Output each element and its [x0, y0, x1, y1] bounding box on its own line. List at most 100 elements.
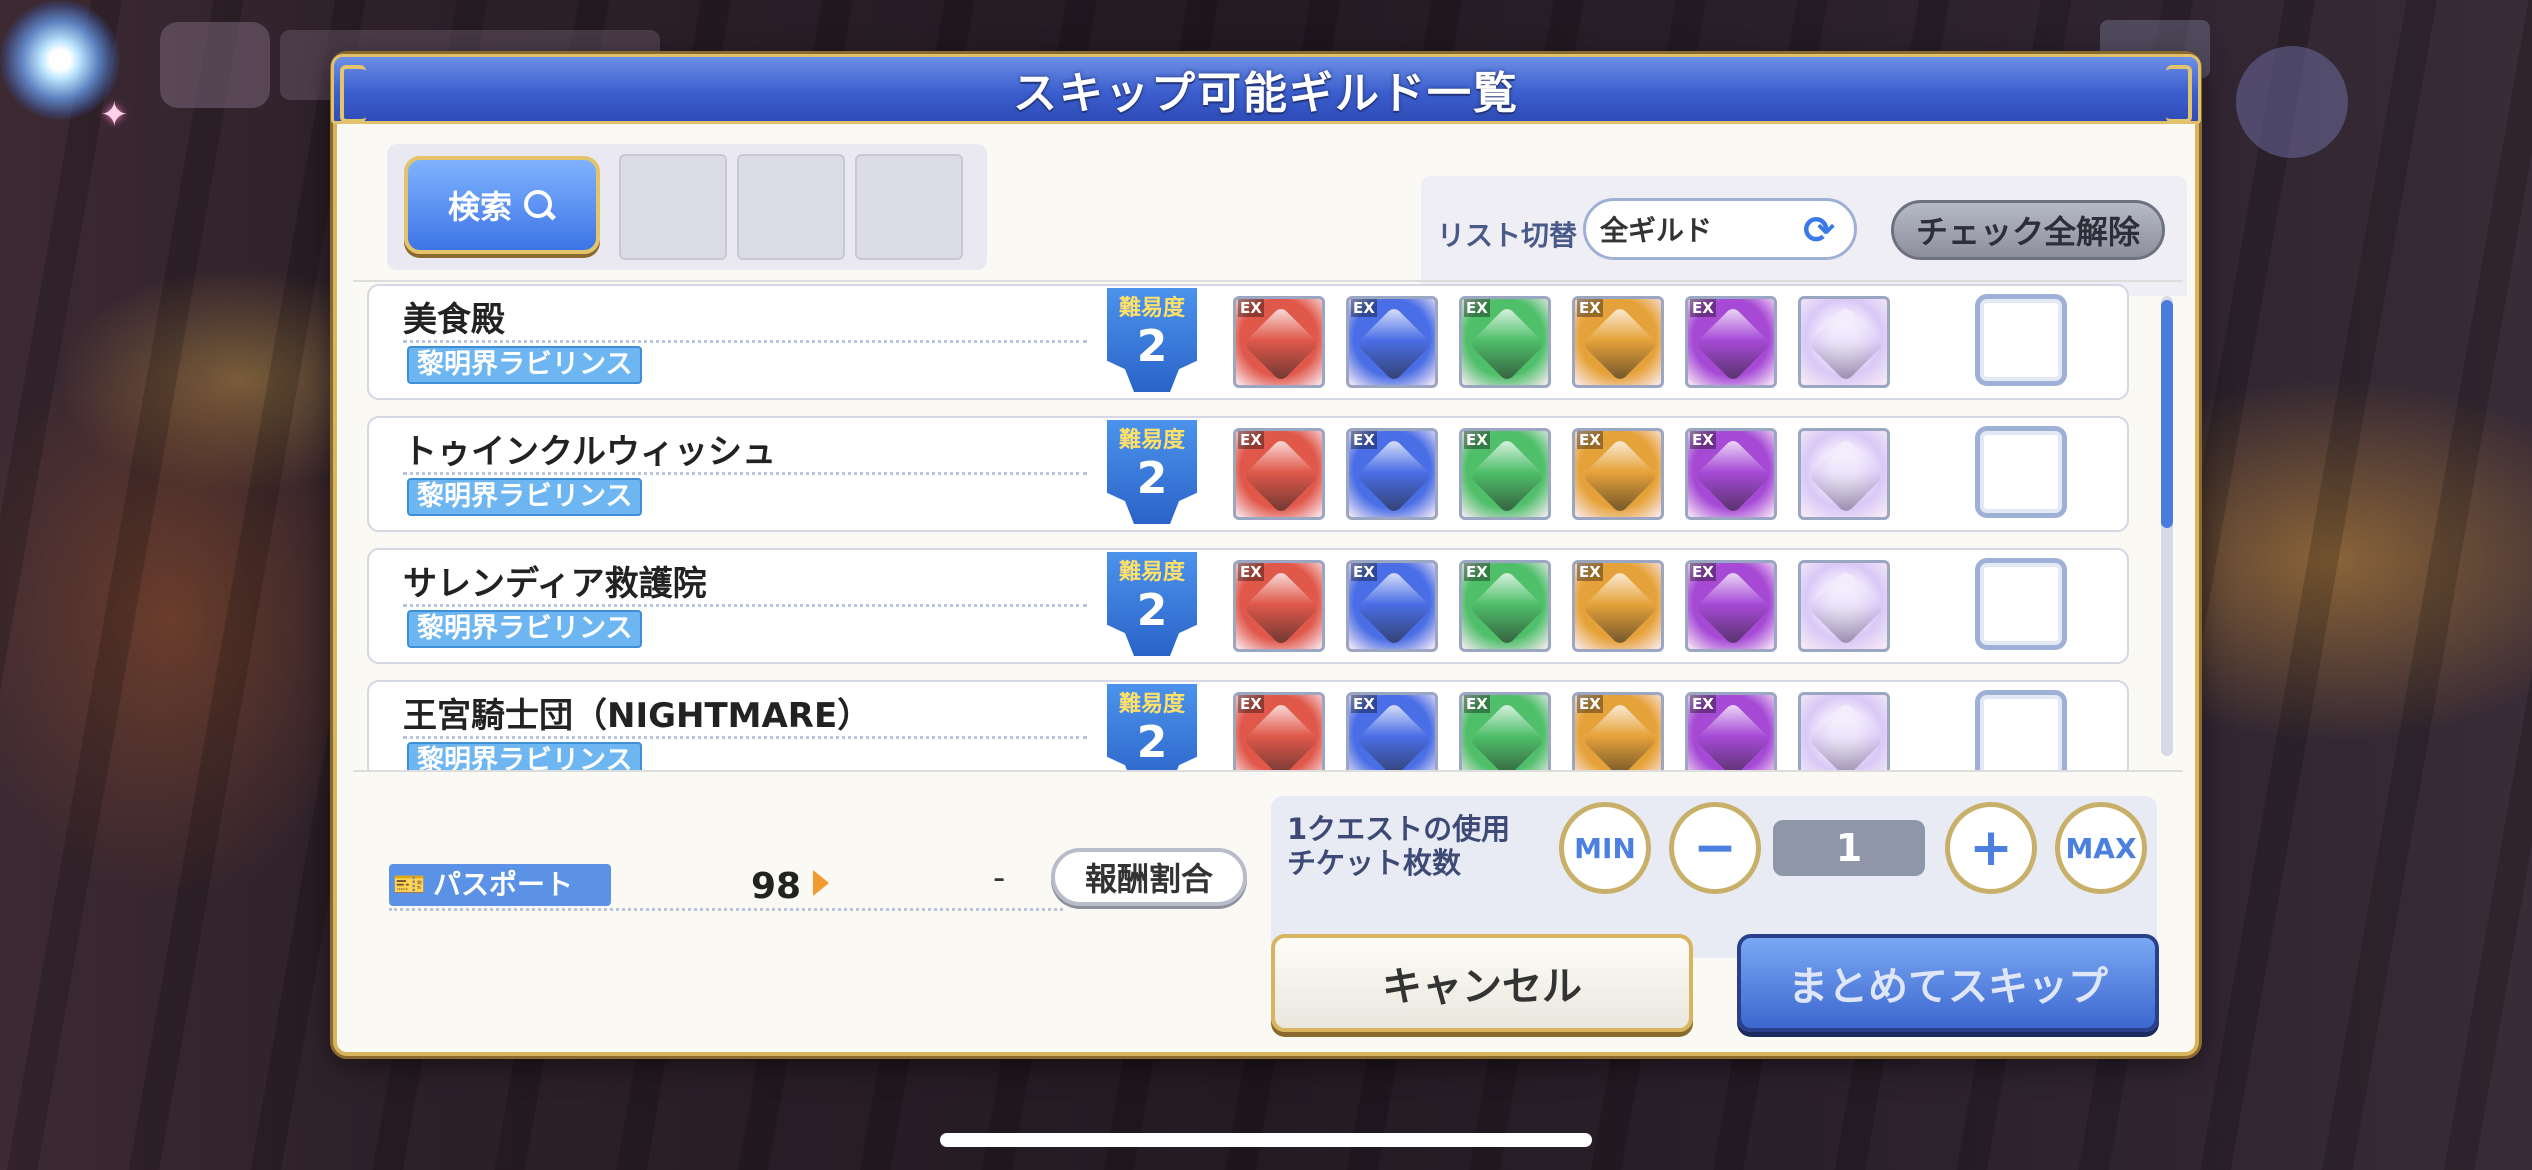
ex-equipment-icon[interactable]: EX — [1459, 560, 1551, 652]
magic-crystal-icon[interactable] — [1798, 428, 1890, 520]
ex-equipment-icon[interactable]: EX — [1572, 692, 1664, 770]
ex-equipment-icon[interactable]: EX — [1685, 428, 1777, 520]
filter-slot-1[interactable] — [619, 154, 727, 260]
guild-list: 美食殿 黎明界ラビリンス 難易度 2 EX EX EX EX EX トゥインクルウィッシュ… — [353, 280, 2183, 772]
magic-crystal-icon[interactable] — [1798, 560, 1890, 652]
ex-equipment-icon[interactable]: EX — [1346, 296, 1438, 388]
list-scroll-thumb[interactable] — [2161, 300, 2173, 528]
ex-label: EX — [1464, 563, 1490, 581]
ex-equipment-icon[interactable]: EX — [1459, 428, 1551, 520]
plus-button[interactable]: + — [1945, 802, 2037, 894]
refresh-icon: ⟳ — [1803, 208, 1835, 252]
list-switch-dropdown[interactable]: 全ギルド ⟳ — [1583, 198, 1857, 260]
gem-shape — [1581, 305, 1659, 383]
row-divider — [403, 340, 1087, 343]
guild-row: トゥインクルウィッシュ 黎明界ラビリンス 難易度 2 EX EX EX EX EX — [367, 416, 2129, 532]
difficulty-value: 2 — [1136, 453, 1168, 504]
ex-label: EX — [1351, 695, 1377, 713]
ex-equipment-icon[interactable]: EX — [1346, 428, 1438, 520]
search-button[interactable]: 検索 — [404, 156, 600, 254]
guild-name: 美食殿 — [403, 300, 505, 340]
gem-shape — [1694, 569, 1772, 647]
list-switch-value: 全ギルド — [1600, 214, 1713, 247]
minus-button[interactable]: − — [1669, 802, 1761, 894]
difficulty-label: 難易度 — [1118, 560, 1185, 585]
ex-equipment-icon[interactable]: EX — [1459, 296, 1551, 388]
ex-label: EX — [1577, 563, 1603, 581]
sparkle-icon: ✦ — [100, 95, 129, 135]
difficulty-label: 難易度 — [1118, 296, 1185, 321]
ex-equipment-icon[interactable]: EX — [1346, 692, 1438, 770]
gem-shape — [1581, 569, 1659, 647]
difficulty-badge: 難易度 2 — [1107, 420, 1197, 524]
reward-ratio-button[interactable]: 報酬割合 — [1051, 848, 1247, 906]
gem-shape — [1242, 305, 1320, 383]
ex-equipment-icon[interactable]: EX — [1572, 560, 1664, 652]
ex-label: EX — [1464, 299, 1490, 317]
difficulty-value: 2 — [1136, 717, 1168, 768]
ex-label: EX — [1351, 431, 1377, 449]
ex-label: EX — [1464, 695, 1490, 713]
ticket-label-line1: 1クエストの使用 — [1287, 812, 1511, 846]
ex-label: EX — [1351, 299, 1377, 317]
ex-label: EX — [1464, 431, 1490, 449]
guild-row: 王宮騎士団（NIGHTMARE） 黎明界ラビリンス 難易度 2 EX EX EX EX E… — [367, 680, 2129, 770]
max-button[interactable]: MAX — [2055, 802, 2147, 894]
area-tag: 黎明界ラビリンス — [407, 610, 643, 648]
home-indicator[interactable] — [940, 1133, 1592, 1147]
dialog-title: スキップ可能ギルド一覧 — [1013, 68, 1519, 119]
ex-equipment-icon[interactable]: EX — [1233, 296, 1325, 388]
search-icon — [522, 188, 556, 222]
magic-crystal-icon[interactable] — [1798, 692, 1890, 770]
ex-equipment-icon[interactable]: EX — [1685, 296, 1777, 388]
ex-equipment-icon[interactable]: EX — [1459, 692, 1551, 770]
row-divider — [403, 736, 1087, 739]
arrow-right-icon — [813, 870, 829, 896]
ex-equipment-icon[interactable]: EX — [1572, 296, 1664, 388]
ex-equipment-icon[interactable]: EX — [1572, 428, 1664, 520]
gem-shape — [1694, 437, 1772, 515]
ex-label: EX — [1351, 563, 1377, 581]
min-button[interactable]: MIN — [1559, 802, 1651, 894]
ex-equipment-icon[interactable]: EX — [1233, 560, 1325, 652]
ticket-quantity: 1 — [1773, 820, 1925, 876]
background-skip-button — [2236, 46, 2348, 158]
ex-equipment-icon[interactable]: EX — [1346, 560, 1438, 652]
gem-shape — [1468, 437, 1546, 515]
ex-equipment-icon[interactable]: EX — [1233, 428, 1325, 520]
guild-row: 美食殿 黎明界ラビリンス 難易度 2 EX EX EX EX EX — [367, 284, 2129, 400]
uncheck-all-button[interactable]: チェック全解除 — [1891, 200, 2165, 260]
ex-equipment-icon[interactable]: EX — [1685, 692, 1777, 770]
row-divider — [403, 604, 1087, 607]
filter-slot-2[interactable] — [737, 154, 845, 260]
area-tag: 黎明界ラビリンス — [407, 346, 643, 384]
guild-checkbox[interactable] — [1975, 294, 2067, 386]
skip-all-button[interactable]: まとめてスキップ — [1737, 934, 2159, 1032]
ex-equipment-icon[interactable]: EX — [1685, 560, 1777, 652]
ex-label: EX — [1690, 563, 1716, 581]
ex-label: EX — [1238, 299, 1264, 317]
guild-checkbox[interactable] — [1975, 558, 2067, 650]
gem-shape — [1694, 305, 1772, 383]
ex-label: EX — [1690, 299, 1716, 317]
ticket-label-line2: チケット枚数 — [1287, 846, 1462, 880]
guild-checkbox[interactable] — [1975, 426, 2067, 518]
cancel-button[interactable]: キャンセル — [1271, 934, 1693, 1032]
search-button-label: 検索 — [447, 188, 512, 226]
gem-shape — [1468, 569, 1546, 647]
dialog-title-bar: スキップ可能ギルド一覧 — [331, 54, 2201, 124]
ex-label: EX — [1238, 695, 1264, 713]
ex-equipment-icon[interactable]: EX — [1233, 692, 1325, 770]
passport-value: 98 — [751, 866, 802, 907]
gem-shape — [1242, 569, 1320, 647]
gem-shape — [1242, 437, 1320, 515]
ticket-label: 1クエストの使用 チケット枚数 — [1287, 812, 1510, 880]
guild-name: 王宮騎士団（NIGHTMARE） — [403, 696, 872, 736]
area-tag: 黎明界ラビリンス — [407, 478, 643, 516]
filter-slot-3[interactable] — [855, 154, 963, 260]
gem-shape — [1468, 305, 1546, 383]
magic-crystal-icon[interactable] — [1798, 296, 1890, 388]
gem-shape — [1355, 305, 1433, 383]
guild-name: トゥインクルウィッシュ — [403, 432, 776, 472]
guild-checkbox[interactable] — [1975, 690, 2067, 770]
